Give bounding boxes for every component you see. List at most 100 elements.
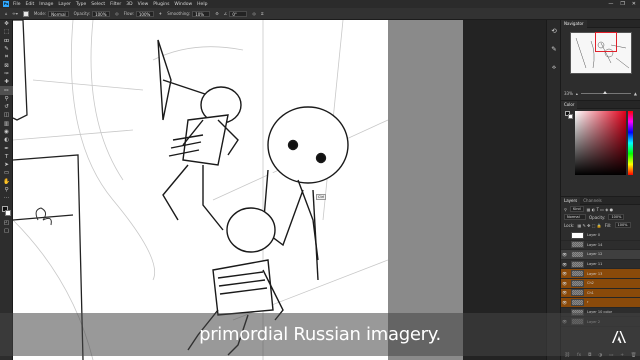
menu-view[interactable]: View [138,2,149,7]
history-brush-icon[interactable]: ↺ [0,103,13,111]
tab-color[interactable]: Color [561,100,578,109]
brush-icon[interactable]: ✏ [0,86,13,95]
frame-icon[interactable]: ⊠ [0,61,13,69]
color-background-chip[interactable] [568,114,573,119]
color-saturation-field[interactable] [575,111,626,175]
layer-opacity-field[interactable]: 100% [608,214,625,220]
document-canvas[interactable]: Ctrl [13,20,388,360]
gradient-icon[interactable]: ▥ [0,120,13,128]
opacity-field[interactable]: 100% [92,10,111,17]
brush-preset-icon[interactable]: ✏▾ [13,11,18,16]
navigator-view-rectangle[interactable] [595,32,617,52]
angle-field[interactable]: 0° [229,10,248,17]
visibility-eye-icon[interactable]: 👁 [561,269,568,278]
lock-icons[interactable]: ▦ ✎ ✥ ⬚ 🔒 [577,223,601,228]
marquee-icon[interactable]: ⬚ [0,28,13,36]
layer-row[interactable]: 👁 Ch2 [561,278,640,289]
visibility-eye-icon[interactable]: 👁 [561,260,568,269]
quick-select-icon[interactable]: ✎ [0,45,13,53]
navigator-tab-row: Navigator [561,19,640,28]
visibility-eye-icon[interactable] [561,231,568,240]
flow-field[interactable]: 100% [135,10,154,17]
menu-window[interactable]: Window [174,2,192,7]
type-icon[interactable]: T [0,153,13,161]
menu-help[interactable]: Help [197,2,207,7]
navigator-zoom-value[interactable]: 33% [564,91,573,96]
menu-3d[interactable]: 3D [126,2,132,7]
tab-layers[interactable]: Layers [561,196,581,205]
minimize-icon[interactable]: — [608,1,613,7]
move-icon[interactable]: ✥ [0,20,13,28]
symmetry-icon[interactable]: ⧖ [261,11,264,16]
smoothing-field[interactable]: 10% [192,10,211,17]
figure3-body [212,259,274,316]
menu-type[interactable]: Type [76,2,86,7]
eyedropper-icon[interactable]: ✑ [0,70,13,78]
menu-plugins[interactable]: Plugins [153,2,169,7]
zoom-slider-knob[interactable] [603,90,608,94]
brushes-icon[interactable]: ✎ [547,42,561,56]
screen-mode-icon[interactable]: ▢ [0,227,13,235]
layer-row[interactable]: Layer 14 [561,241,640,251]
pressure-size-icon[interactable]: ◎ [252,11,256,16]
more-tools-icon[interactable]: ··· [0,194,13,202]
path-select-icon[interactable]: ➤ [0,161,13,169]
smoothing-settings-icon[interactable]: ⚙ [215,11,219,16]
visibility-eye-icon[interactable]: 👁 [561,288,568,297]
visibility-eye-icon[interactable] [561,240,568,249]
tab-navigator[interactable]: Navigator [561,19,587,28]
zoom-out-icon[interactable]: ▴ [576,91,578,96]
color-hue-slider[interactable] [628,111,633,175]
zoom-in-icon[interactable]: ▲ [634,91,637,96]
color-chips[interactable] [565,111,573,119]
layer-row[interactable]: 👁 Layer 13 [561,269,640,279]
layer-thumbnail [571,241,584,249]
mode-select[interactable]: Normal [48,10,69,17]
visibility-eye-icon[interactable]: 👁 [561,279,568,288]
background-color-swatch[interactable] [5,209,11,216]
layer-row[interactable]: 👁 r [561,298,640,308]
brush-size-picker[interactable] [22,10,29,17]
airbrush-icon[interactable]: ✈ [159,11,162,16]
layer-filter-select[interactable]: Kind [569,206,584,212]
menu-edit[interactable]: Edit [26,2,35,7]
color-swatches[interactable] [0,205,13,219]
menu-file[interactable]: File [13,2,21,7]
hand-icon[interactable]: ✋ [0,178,13,186]
filter-toggle-icons[interactable]: ▦ ◐ T ▭ ◈ ● [587,207,613,212]
navigator-zoom-slider[interactable] [580,90,631,94]
home-icon[interactable]: ⌂ [5,11,8,16]
close-icon[interactable]: ✕ [632,1,636,7]
menu-select[interactable]: Select [91,2,105,7]
history-icon[interactable]: ⟲ [547,24,561,38]
restore-icon[interactable]: ❐ [620,1,624,7]
blend-mode-select[interactable]: Normal [564,214,586,220]
healing-icon[interactable]: ✚ [0,78,13,86]
crop-icon[interactable]: ⌗ [0,53,13,61]
fill-field[interactable]: 100% [614,222,631,228]
quick-mask-icon[interactable]: ◰ [0,219,13,227]
zoom-icon[interactable]: ⚲ [0,186,13,194]
tab-channels[interactable]: Channels [580,197,605,205]
visibility-eye-icon[interactable]: 👁 [561,298,568,307]
pressure-opacity-icon[interactable]: ◎ [115,11,119,16]
pen-icon[interactable]: ✒ [0,144,13,152]
menu-image[interactable]: Image [39,2,53,7]
stamp-icon[interactable]: ⚲ [0,95,13,103]
dodge-icon[interactable]: ◐ [0,136,13,144]
menu-filter[interactable]: Filter [110,2,121,7]
visibility-eye-icon[interactable]: 👁 [561,250,568,259]
blur-icon[interactable]: ◉ [0,128,13,136]
layer-name: r [587,300,589,305]
layers-tab-row: Layers Channels [561,196,640,205]
menu-layer[interactable]: Layer [58,2,71,7]
paths-icon[interactable]: ⟡ [547,60,561,74]
layer-row[interactable]: 👁 Ch1 [561,288,640,299]
eraser-icon[interactable]: ◫ [0,111,13,119]
canvas-area[interactable]: Ctrl [13,20,546,360]
layer-row[interactable]: 👁 Layer 12 [561,250,640,260]
layer-row[interactable]: 👁 Layer 11 [561,260,640,270]
shape-icon[interactable]: ▭ [0,169,13,177]
lasso-icon[interactable]: ꝏ [0,37,13,45]
layer-row[interactable]: Layer 0 [561,231,640,241]
